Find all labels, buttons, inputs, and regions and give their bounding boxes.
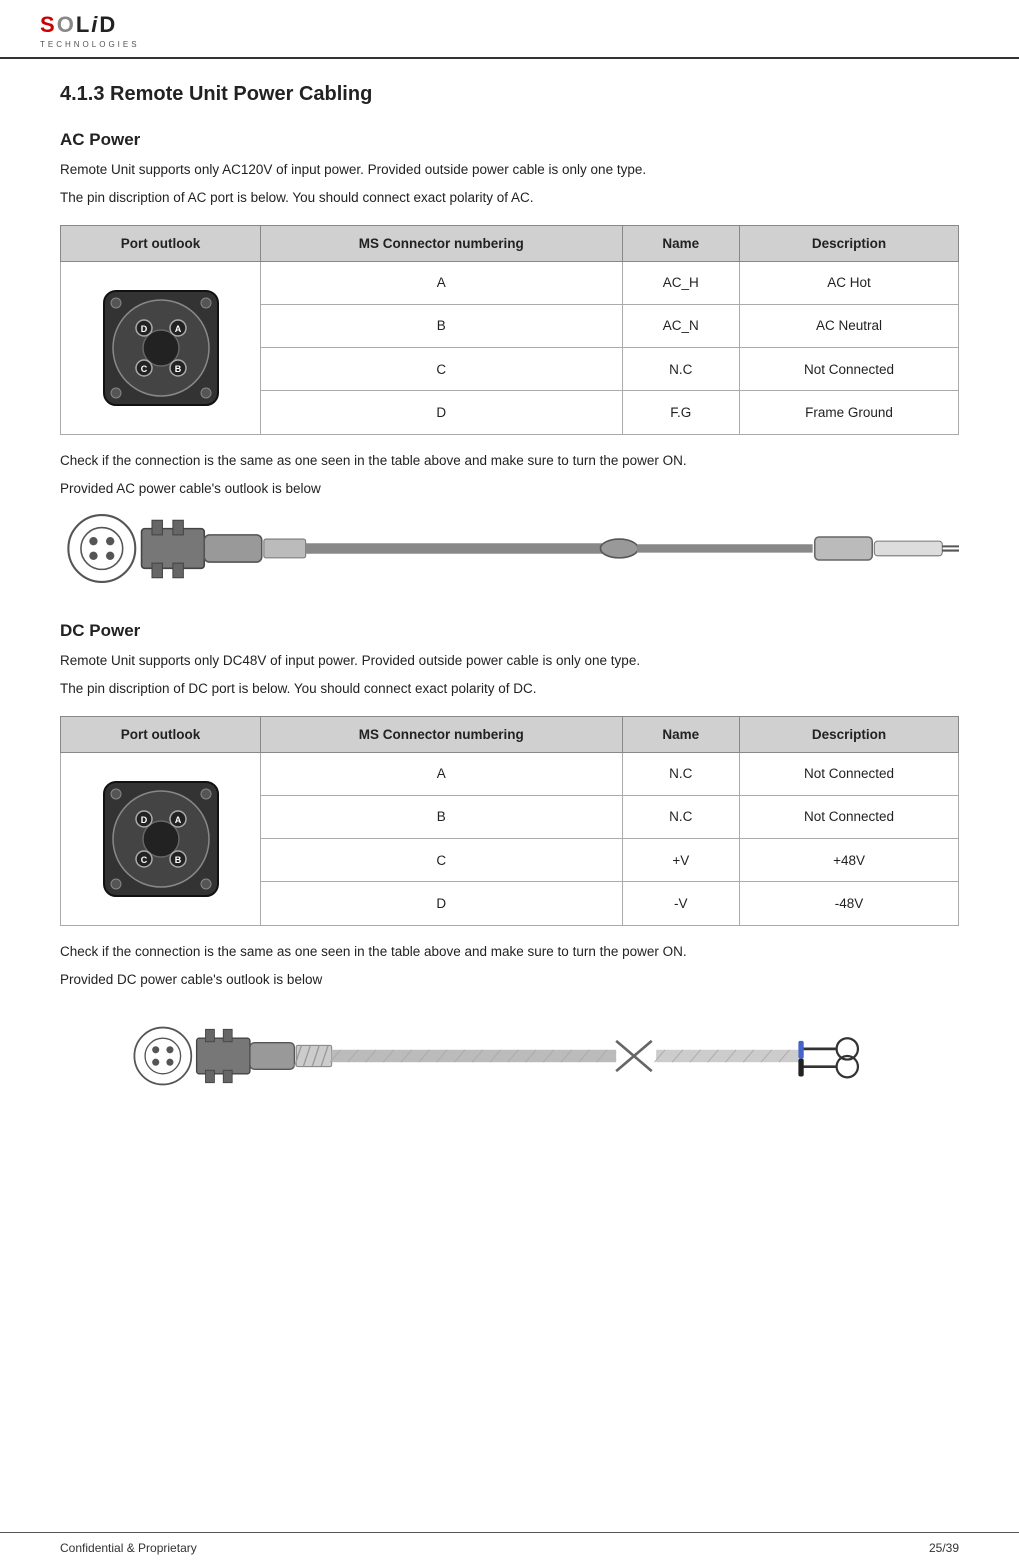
dc-row4-desc: -48V	[740, 882, 959, 925]
svg-text:A: A	[174, 324, 181, 334]
ac-check1: Check if the connection is the same as o…	[60, 451, 959, 471]
dc-row3-ms: C	[261, 839, 623, 882]
dc-row2-ms: B	[261, 795, 623, 838]
svg-text:C: C	[140, 855, 147, 865]
dc-para2: The pin discription of DC port is below.…	[60, 679, 959, 699]
table-row: A B C D	[61, 261, 959, 304]
logo-d: D	[99, 12, 117, 37]
dc-row2-desc: Not Connected	[740, 795, 959, 838]
footer-right: 25/39	[929, 1541, 959, 1555]
svg-text:B: B	[174, 364, 181, 374]
dc-check1: Check if the connection is the same as o…	[60, 942, 959, 962]
ac-row4-ms: D	[261, 391, 623, 434]
dc-row4-ms: D	[261, 882, 623, 925]
ac-para1: Remote Unit supports only AC120V of inpu…	[60, 160, 959, 180]
ac-port-connector: A B C D	[67, 268, 254, 428]
ac-port-image-cell: A B C D	[61, 261, 261, 434]
dc-row1-ms: A	[261, 752, 623, 795]
dc-cable-svg	[60, 1016, 959, 1096]
ac-connector-svg: A B C D	[96, 283, 226, 413]
svg-text:C: C	[140, 364, 147, 374]
footer-left: Confidential & Proprietary	[60, 1541, 197, 1555]
main-content: 4.1.3 Remote Unit Power Cabling AC Power…	[0, 59, 1019, 1166]
dc-table: Port outlook MS Connector numbering Name…	[60, 716, 959, 926]
logo: SOLiD TECHNOLOGIES	[40, 12, 140, 49]
page-footer: Confidential & Proprietary 25/39	[0, 1532, 1019, 1563]
logo-o: O	[57, 12, 76, 37]
dc-row4-name: -V	[622, 882, 740, 925]
ac-cable-svg	[60, 509, 959, 589]
dc-para1: Remote Unit supports only DC48V of input…	[60, 651, 959, 671]
table-row: A B C D	[61, 752, 959, 795]
dc-col-name: Name	[622, 716, 740, 752]
ac-cable-diagram	[60, 509, 959, 589]
logo-s: S	[40, 12, 57, 37]
ac-row3-name: N.C	[622, 348, 740, 391]
ac-check2: Provided AC power cable's outlook is bel…	[60, 479, 959, 499]
ac-row2-name: AC_N	[622, 304, 740, 347]
dc-col-ms: MS Connector numbering	[261, 716, 623, 752]
dc-connector-svg: A B C D	[96, 774, 226, 904]
logo-text: SOLiD	[40, 12, 140, 38]
section-title: 4.1.3 Remote Unit Power Cabling	[60, 83, 959, 106]
ac-row2-ms: B	[261, 304, 623, 347]
dc-port-connector: A B C D	[67, 759, 254, 919]
ac-table: Port outlook MS Connector numbering Name…	[60, 225, 959, 435]
svg-text:A: A	[174, 815, 181, 825]
ac-row1-name: AC_H	[622, 261, 740, 304]
ac-title: AC Power	[60, 130, 959, 150]
ac-col-desc: Description	[740, 225, 959, 261]
dc-col-desc: Description	[740, 716, 959, 752]
logo-subtitle: TECHNOLOGIES	[40, 40, 140, 49]
ac-col-ms: MS Connector numbering	[261, 225, 623, 261]
ac-row4-name: F.G	[622, 391, 740, 434]
ac-row3-desc: Not Connected	[740, 348, 959, 391]
svg-text:D: D	[140, 324, 147, 334]
dc-cable-diagram	[60, 1006, 959, 1106]
dc-row3-name: +V	[622, 839, 740, 882]
logo-l: L	[76, 12, 91, 37]
ac-row1-desc: AC Hot	[740, 261, 959, 304]
dc-port-image-cell: A B C D	[61, 752, 261, 925]
ac-row1-ms: A	[261, 261, 623, 304]
dc-col-port: Port outlook	[61, 716, 261, 752]
svg-text:D: D	[140, 815, 147, 825]
dc-title: DC Power	[60, 621, 959, 641]
ac-row3-ms: C	[261, 348, 623, 391]
dc-row2-name: N.C	[622, 795, 740, 838]
dc-row1-desc: Not Connected	[740, 752, 959, 795]
page-header: SOLiD TECHNOLOGIES	[0, 0, 1019, 59]
ac-para2: The pin discription of AC port is below.…	[60, 188, 959, 208]
dc-section: DC Power Remote Unit supports only DC48V…	[60, 621, 959, 1106]
ac-row4-desc: Frame Ground	[740, 391, 959, 434]
ac-col-name: Name	[622, 225, 740, 261]
svg-text:B: B	[174, 855, 181, 865]
dc-row1-name: N.C	[622, 752, 740, 795]
dc-check2: Provided DC power cable's outlook is bel…	[60, 970, 959, 990]
ac-col-port: Port outlook	[61, 225, 261, 261]
ac-row2-desc: AC Neutral	[740, 304, 959, 347]
dc-row3-desc: +48V	[740, 839, 959, 882]
